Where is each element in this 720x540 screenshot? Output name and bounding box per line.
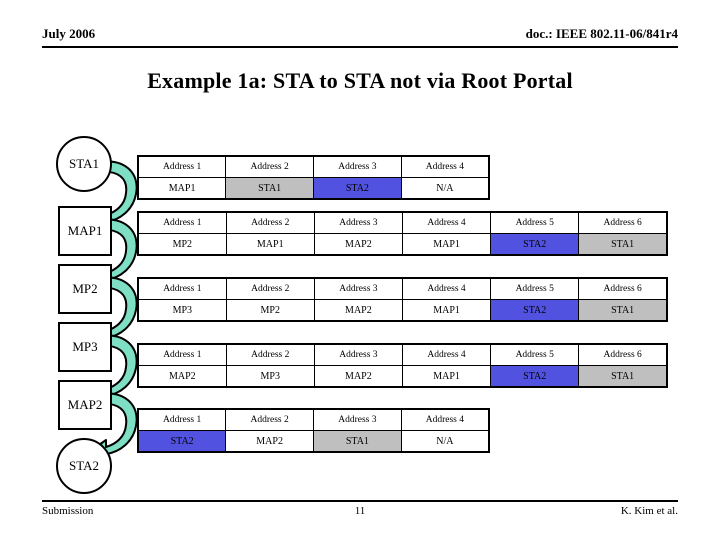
- address-cell: STA2: [137, 430, 227, 453]
- table-row: MP3 MP2 MAP2 MAP1 STA2 STA1: [137, 299, 668, 322]
- table-header-row: Address 1 Address 2 Address 3 Address 4 Addr…: [137, 211, 668, 234]
- address-cell: STA1: [313, 430, 402, 453]
- diagram-node-map2: MAP2: [58, 380, 112, 430]
- footer-page-number: 11: [354, 505, 366, 517]
- column-header: Address 1: [137, 277, 227, 300]
- address-cell: N/A: [400, 177, 490, 200]
- address-table-hop-3: Address 1 Address 2 Address 3 Address 4 Addr…: [137, 277, 668, 322]
- column-header: Address 2: [225, 277, 315, 300]
- column-header: Address 3: [313, 277, 403, 300]
- address-cell: MAP2: [313, 233, 403, 256]
- address-cell: N/A: [400, 430, 490, 453]
- address-table-hop-4: Address 1 Address 2 Address 3 Address 4 Addr…: [137, 343, 668, 388]
- header-divider: [42, 46, 678, 48]
- column-header: Address 2: [225, 211, 315, 234]
- column-header: Address 6: [578, 343, 668, 366]
- address-cell: STA2: [490, 299, 580, 322]
- address-cell: MAP1: [225, 233, 315, 256]
- column-header: Address 1: [137, 211, 227, 234]
- node-label: MP3: [72, 339, 98, 354]
- address-cell: STA1: [578, 299, 668, 322]
- address-table-hop-2: Address 1 Address 2 Address 3 Address 4 Addr…: [137, 211, 668, 256]
- address-cell: MAP2: [225, 430, 314, 453]
- table-row: MAP2 MP3 MAP2 MAP1 STA2 STA1: [137, 365, 668, 388]
- address-cell: MP2: [137, 233, 227, 256]
- footer-divider: [42, 500, 678, 502]
- address-cell: MAP2: [137, 365, 227, 388]
- address-cell: STA1: [578, 233, 668, 256]
- address-cell: MAP1: [401, 233, 492, 256]
- column-header: Address 4: [400, 408, 490, 431]
- table-header-row: Address 1 Address 2 Address 3 Address 4 Addr…: [137, 343, 668, 366]
- table-header-row: Address 1 Address 2 Address 3 Address 4 Addr…: [137, 277, 668, 300]
- node-label: MP2: [72, 281, 98, 296]
- address-cell: STA1: [225, 177, 314, 200]
- diagram-node-sta1: STA1: [56, 136, 112, 192]
- address-cell: STA1: [578, 365, 668, 388]
- column-header: Address 6: [578, 277, 668, 300]
- column-header: Address 1: [137, 343, 227, 366]
- address-cell: MAP1: [137, 177, 227, 200]
- table-row: MP2 MAP1 MAP2 MAP1 STA2 STA1: [137, 233, 668, 256]
- column-header: Address 1: [137, 408, 227, 431]
- column-header: Address 4: [401, 277, 492, 300]
- column-header: Address 2: [225, 408, 314, 431]
- address-cell: MAP1: [401, 299, 492, 322]
- column-header: Address 4: [401, 211, 492, 234]
- header-doc-ref: doc.: IEEE 802.11-06/841r4: [525, 26, 678, 41]
- address-cell: MAP2: [313, 299, 403, 322]
- node-label: MAP2: [67, 397, 103, 412]
- node-label: STA1: [68, 156, 100, 171]
- address-table-hop-5: Address 1 Address 2 Address 3 Address 4 STA2…: [137, 408, 490, 453]
- table-row: MAP1 STA1 STA2 N/A: [137, 177, 490, 200]
- column-header: Address 3: [313, 408, 402, 431]
- header-date: July 2006: [42, 26, 96, 41]
- address-cell: MP3: [225, 365, 315, 388]
- column-header: Address 4: [400, 155, 490, 178]
- column-header: Address 5: [490, 277, 580, 300]
- node-column: STA1 MAP1 MP2 MP3 MAP2 STA2: [40, 130, 150, 494]
- column-header: Address 4: [401, 343, 492, 366]
- column-header: Address 3: [313, 211, 403, 234]
- address-cell: MAP2: [313, 365, 403, 388]
- address-cell: MP2: [225, 299, 315, 322]
- address-table-hop-1: Address 1 Address 2 Address 3 Address 4 MAP1…: [137, 155, 490, 200]
- diagram-node-map1: MAP1: [58, 206, 112, 256]
- page-title: Example 1a: STA to STA not via Root Port…: [147, 68, 573, 93]
- diagram-node-sta2: STA2: [56, 438, 112, 494]
- column-header: Address 5: [490, 343, 580, 366]
- diagram-node-mp3: MP3: [58, 322, 112, 372]
- table-header-row: Address 1 Address 2 Address 3 Address 4: [137, 408, 490, 431]
- address-cell: STA2: [490, 233, 580, 256]
- column-header: Address 2: [225, 155, 314, 178]
- table-header-row: Address 1 Address 2 Address 3 Address 4: [137, 155, 490, 178]
- diagram-node-mp2: MP2: [58, 264, 112, 314]
- node-label: STA2: [68, 458, 100, 473]
- column-header: Address 1: [137, 155, 227, 178]
- address-cell: STA2: [490, 365, 580, 388]
- address-cell: MP3: [137, 299, 227, 322]
- address-cell: MAP1: [401, 365, 492, 388]
- column-header: Address 3: [313, 155, 402, 178]
- slide-footer: Submission 11 K. Kim et al.: [42, 505, 678, 523]
- column-header: Address 3: [313, 343, 403, 366]
- column-header: Address 5: [490, 211, 580, 234]
- column-header: Address 6: [578, 211, 668, 234]
- table-row: STA2 MAP2 STA1 N/A: [137, 430, 490, 453]
- node-label: MAP1: [67, 223, 103, 238]
- address-cell: STA2: [313, 177, 402, 200]
- column-header: Address 2: [225, 343, 315, 366]
- footer-author: K. Kim et al.: [620, 505, 678, 517]
